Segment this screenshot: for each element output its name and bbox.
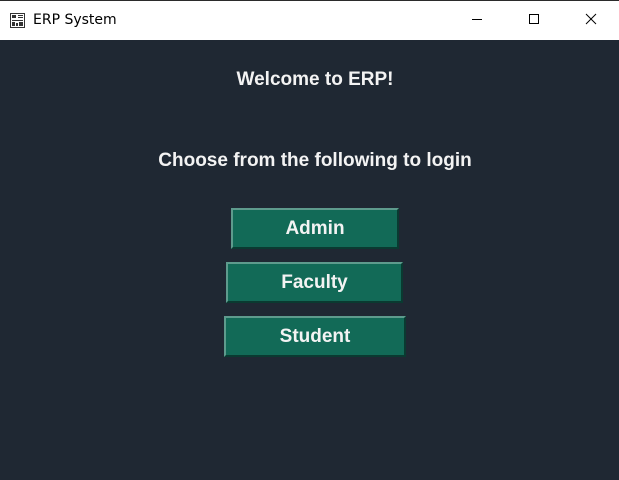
minimize-icon — [471, 12, 483, 30]
admin-login-button[interactable]: Admin — [231, 208, 399, 249]
erp-window: ERP System Welcome to ERP! Choose from t… — [0, 0, 619, 480]
maximize-icon — [528, 12, 540, 30]
close-icon — [585, 12, 597, 30]
student-login-button[interactable]: Student — [224, 316, 406, 357]
welcome-heading: Welcome to ERP! — [236, 69, 394, 90]
close-button[interactable] — [562, 1, 619, 40]
login-instruction: Choose from the following to login — [158, 150, 472, 171]
faculty-login-button[interactable]: Faculty — [226, 262, 403, 303]
window-title: ERP System — [33, 12, 117, 28]
title-bar[interactable]: ERP System — [0, 0, 619, 40]
erp-app-icon — [10, 13, 25, 28]
maximize-button[interactable] — [505, 1, 563, 40]
main-panel: Welcome to ERP! Choose from the followin… — [0, 40, 619, 480]
minimize-button[interactable] — [448, 1, 506, 40]
